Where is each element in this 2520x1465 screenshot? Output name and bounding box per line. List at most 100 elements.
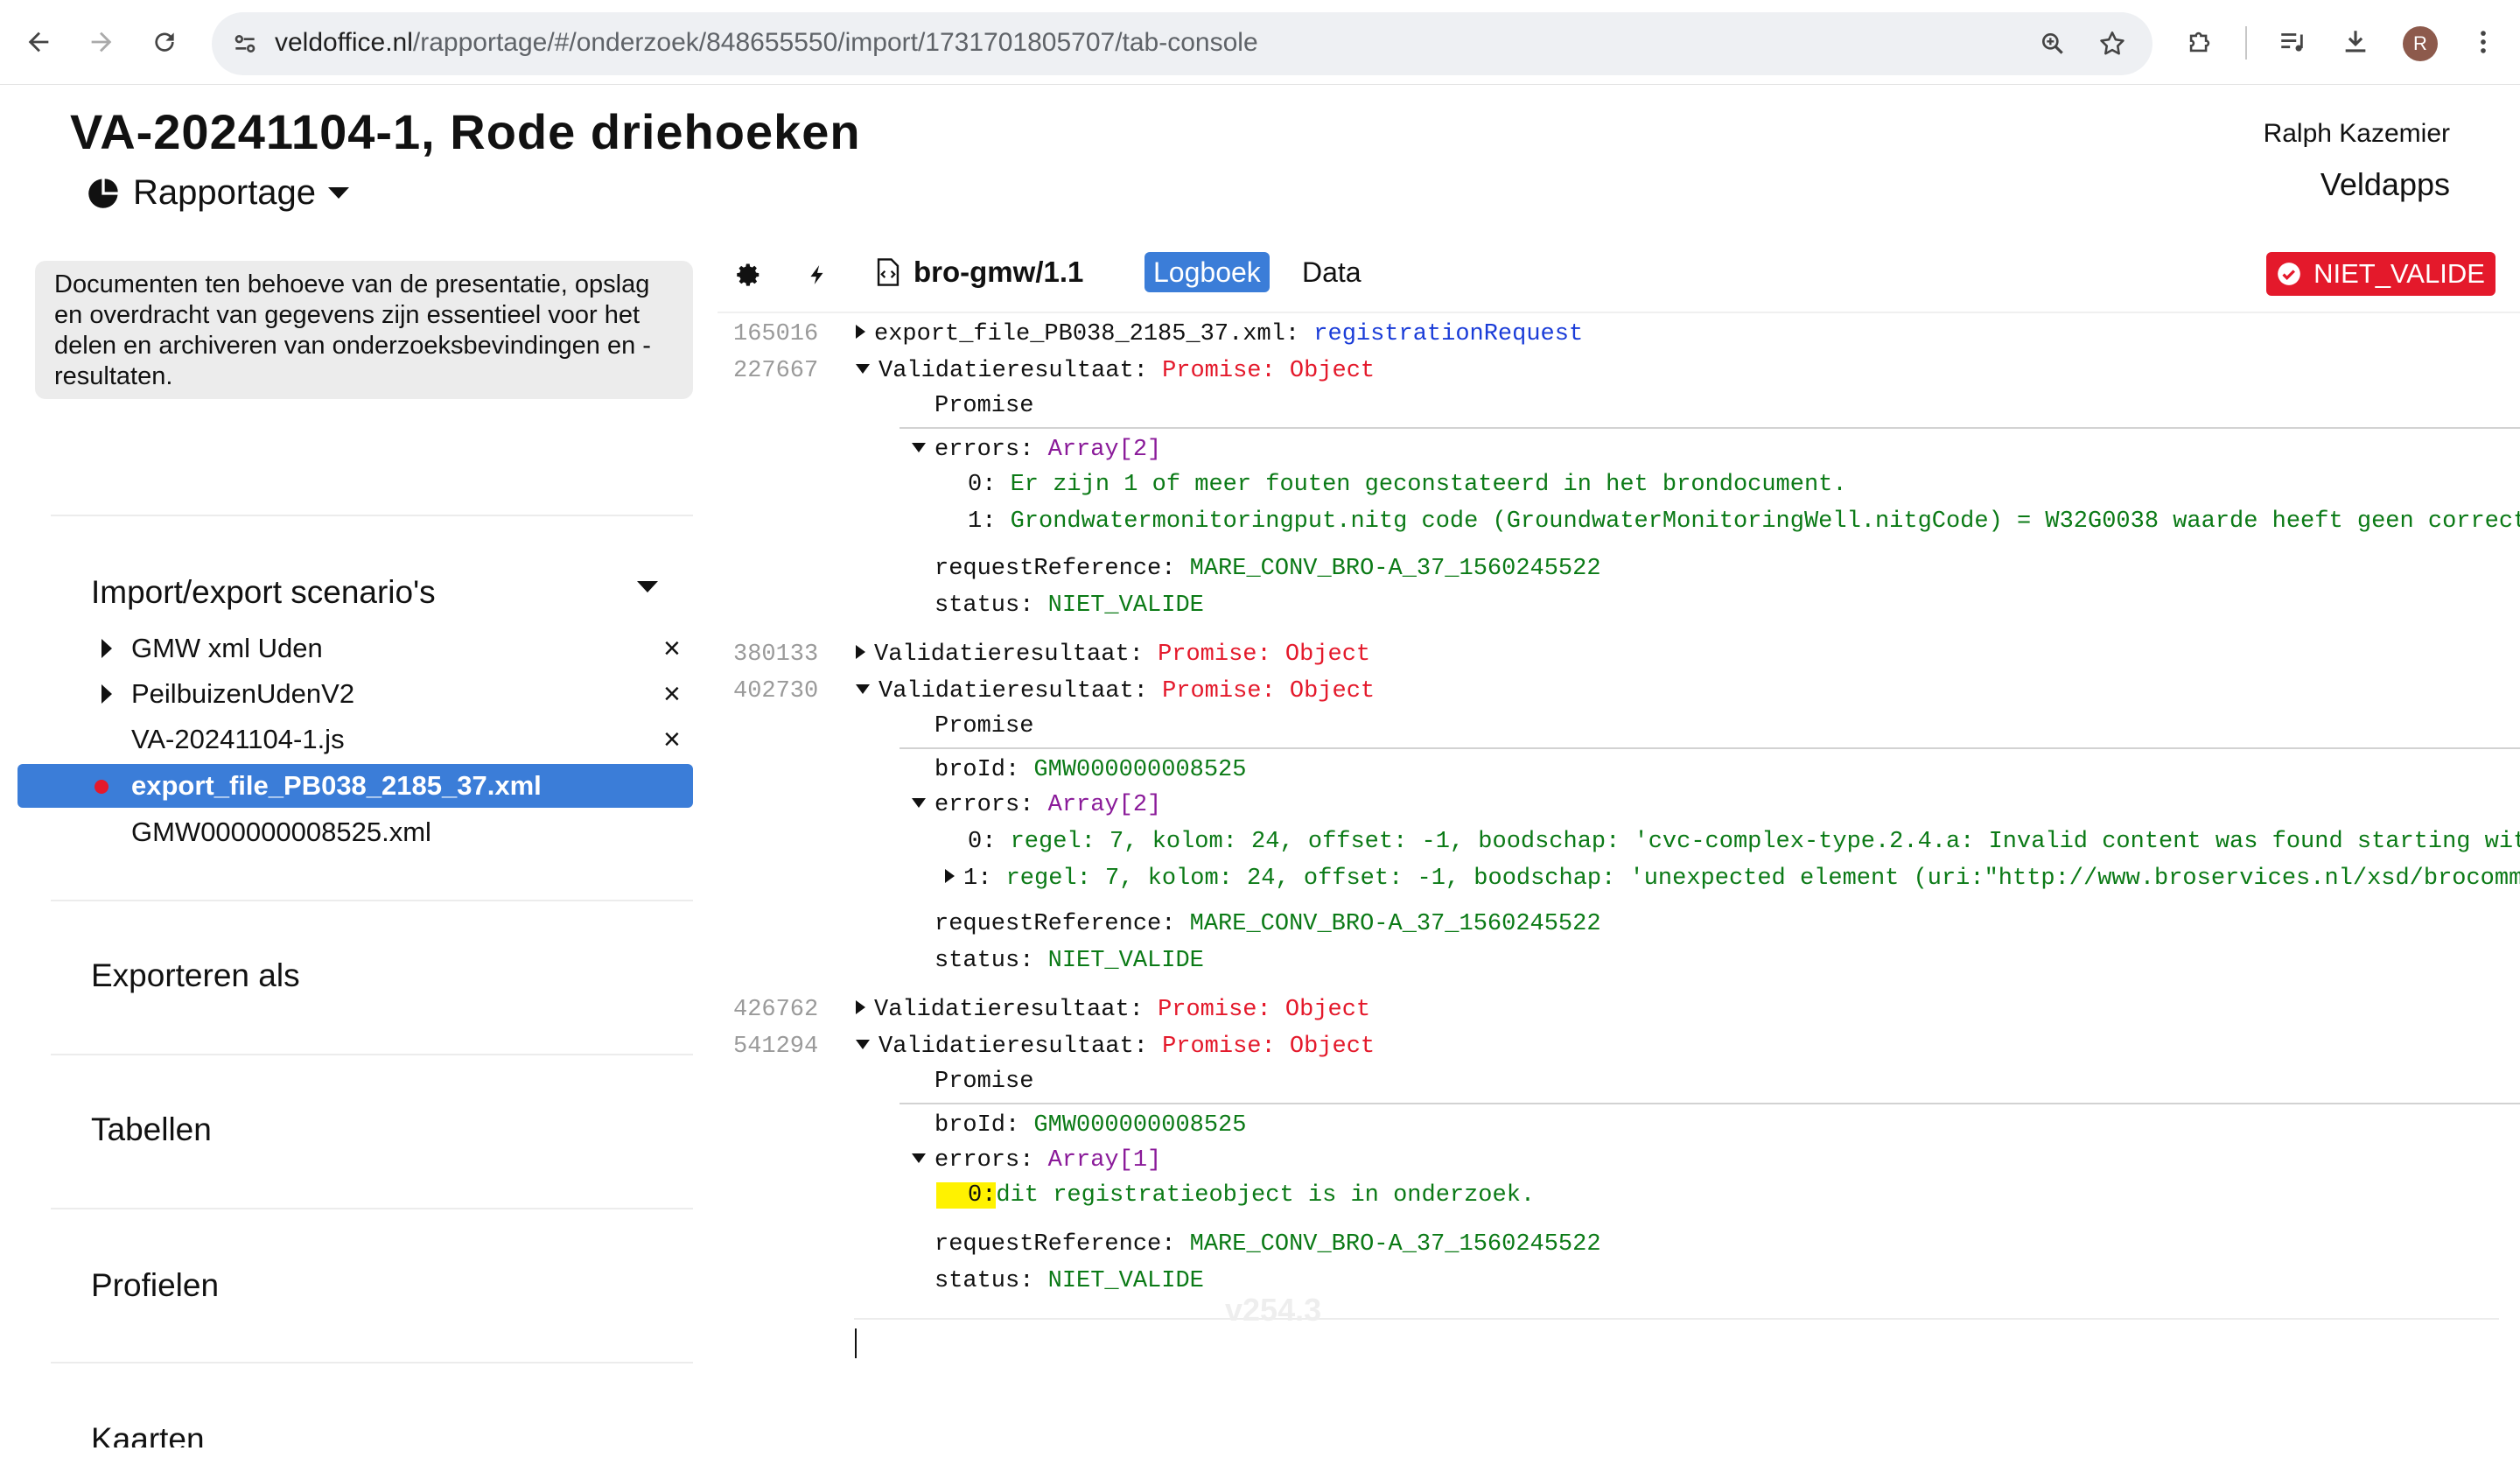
log-key: broId: — [934, 757, 1020, 783]
collapse-icon[interactable] — [912, 798, 926, 808]
tree-item-gmw-xml[interactable]: GMW000000008525.xml — [18, 810, 693, 854]
error-item[interactable]: 1: regel: 7, kolom: 24, offset: -1, bood… — [945, 861, 2520, 896]
log-entry[interactable]: Validatieresultaat: Promise: Object — [856, 637, 1370, 672]
tree-item-export-file[interactable]: export_file_PB038_2185_37.xml — [18, 764, 693, 808]
schema-label: bro-gmw/1.1 — [875, 256, 1083, 289]
run-button[interactable] — [802, 259, 833, 291]
expand-icon[interactable] — [856, 645, 865, 659]
media-button[interactable] — [2273, 23, 2312, 61]
log-entry[interactable]: export_file_PB038_2185_37.xml: registrat… — [856, 317, 1583, 352]
expand-icon[interactable] — [856, 1000, 865, 1014]
divider — [900, 1103, 2520, 1104]
log-key: errors: — [934, 1147, 1034, 1174]
back-button[interactable] — [16, 19, 61, 65]
forward-button[interactable] — [79, 19, 124, 65]
status-badge[interactable]: NIET_VALIDE — [2266, 252, 2496, 296]
lightning-icon — [810, 265, 823, 284]
collapse-icon[interactable] — [856, 684, 870, 694]
log-value: Promise: Object — [1158, 997, 1371, 1023]
collapse-icon[interactable] — [856, 1040, 870, 1049]
section-kaarten[interactable]: Kaarten — [91, 1421, 205, 1447]
section-import-export[interactable]: Import/export scenario's — [91, 574, 436, 611]
log-value: MARE_CONV_BRO-A_37_1560245522 — [1189, 556, 1601, 582]
status-text: NIET_VALIDE — [2314, 258, 2485, 289]
section-exporteren-als[interactable]: Exporteren als — [91, 957, 300, 994]
tab-logboek[interactable]: Logboek — [1144, 252, 1270, 292]
error-item: 1: Grondwatermonitoringput.nitg code (Gr… — [968, 504, 2520, 539]
divider — [900, 427, 2520, 429]
collapse-icon[interactable] — [912, 443, 926, 452]
log-key: Validatieresultaat: — [878, 358, 1148, 384]
organization-name: Veldapps — [2320, 166, 2450, 202]
status-line: status: NIET_VALIDE — [934, 1264, 1204, 1299]
log-key: requestReference: — [934, 911, 1176, 937]
divider — [51, 515, 693, 516]
error-text: regel: 7, kolom: 24, offset: -1, boodsch… — [1010, 829, 2520, 855]
collapse-icon[interactable] — [912, 1153, 926, 1163]
log-key: requestReference: — [934, 556, 1176, 582]
error-item: 0: Er zijn 1 of meer fouten geconstateer… — [968, 467, 1847, 502]
close-icon[interactable]: × — [663, 677, 681, 711]
reload-button[interactable] — [142, 19, 187, 65]
log-value: Promise: Object — [1162, 1034, 1376, 1060]
chevron-right-icon[interactable] — [102, 639, 112, 658]
error-index: 1: — [963, 866, 992, 892]
close-icon[interactable]: × — [663, 723, 681, 757]
settings-button[interactable] — [733, 259, 765, 291]
tab-data[interactable]: Data — [1293, 252, 1370, 292]
downloads-button[interactable] — [2336, 23, 2375, 61]
star-icon — [2100, 31, 2124, 55]
tree-item-gmw-xml-uden[interactable]: GMW xml Uden × — [18, 627, 693, 670]
log-entry[interactable]: Validatieresultaat: Promise: Object — [856, 1029, 1375, 1064]
divider — [854, 1318, 2499, 1320]
expand-icon[interactable] — [945, 869, 955, 883]
status-line: status: NIET_VALIDE — [934, 943, 1204, 978]
profile-avatar[interactable]: R — [2403, 26, 2438, 61]
tree-item-label: PeilbuizenUdenV2 — [131, 678, 355, 709]
tree-item-va-js[interactable]: VA-20241104-1.js × — [18, 718, 693, 761]
version-label: v254.3 — [1225, 1292, 1322, 1328]
url-text: veldoffice.nl/rapportage/#/onderzoek/848… — [275, 28, 1258, 58]
expand-icon[interactable] — [856, 325, 865, 339]
chevron-down-icon[interactable] — [637, 581, 658, 592]
log-value: MARE_CONV_BRO-A_37_1560245522 — [1189, 911, 1601, 937]
bookmark-button[interactable] — [2093, 25, 2132, 63]
close-icon[interactable]: × — [663, 632, 681, 666]
log-key: Validatieresultaat: — [874, 641, 1144, 668]
log-entry[interactable]: Validatieresultaat: Promise: Object — [856, 992, 1370, 1027]
toolbar-separator — [2245, 26, 2247, 60]
zoom-button[interactable] — [2034, 25, 2072, 63]
modified-dot-icon — [94, 780, 108, 794]
user-name[interactable]: Ralph Kazemier — [2264, 119, 2450, 149]
broid-line: broId: GMW000000008525 — [934, 1108, 1246, 1143]
extensions-button[interactable] — [2180, 23, 2219, 61]
log-key: Validatieresultaat: — [878, 1034, 1148, 1060]
address-bar[interactable]: veldoffice.nl/rapportage/#/onderzoek/848… — [212, 12, 2152, 75]
pie-chart-icon — [88, 178, 118, 208]
errors-node[interactable]: errors: Array[2] — [912, 788, 1161, 823]
log-value: registrationRequest — [1313, 321, 1584, 347]
rapportage-menu[interactable]: Rapportage — [86, 173, 350, 213]
log-value: NIET_VALIDE — [1047, 1268, 1204, 1294]
errors-node[interactable]: errors: Array[1] — [912, 1143, 1161, 1178]
tree-item-peilbuizen-uden[interactable]: PeilbuizenUdenV2 × — [18, 672, 693, 716]
kebab-menu-icon — [2481, 31, 2486, 53]
collapse-icon[interactable] — [856, 364, 870, 374]
section-profielen[interactable]: Profielen — [91, 1267, 219, 1304]
puzzle-icon — [2189, 32, 2210, 53]
console-input-cursor[interactable] — [855, 1328, 857, 1358]
arrow-right-icon — [91, 32, 112, 53]
log-key: status: — [934, 592, 1034, 619]
error-index: 0: — [936, 1182, 997, 1209]
request-reference: requestReference: MARE_CONV_BRO-A_37_156… — [934, 907, 1601, 942]
log-key: errors: — [934, 792, 1034, 818]
errors-node[interactable]: errors: Array[2] — [912, 432, 1161, 467]
section-tabellen[interactable]: Tabellen — [91, 1111, 212, 1148]
log-key: errors: — [934, 437, 1034, 463]
browser-menu-button[interactable] — [2464, 23, 2502, 61]
gear-icon — [737, 263, 760, 286]
page-title: VA-20241104-1, Rode driehoeken — [70, 104, 861, 159]
log-entry[interactable]: Validatieresultaat: Promise: Object — [856, 354, 1375, 389]
chevron-right-icon[interactable] — [102, 684, 112, 704]
log-entry[interactable]: Validatieresultaat: Promise: Object — [856, 674, 1375, 709]
